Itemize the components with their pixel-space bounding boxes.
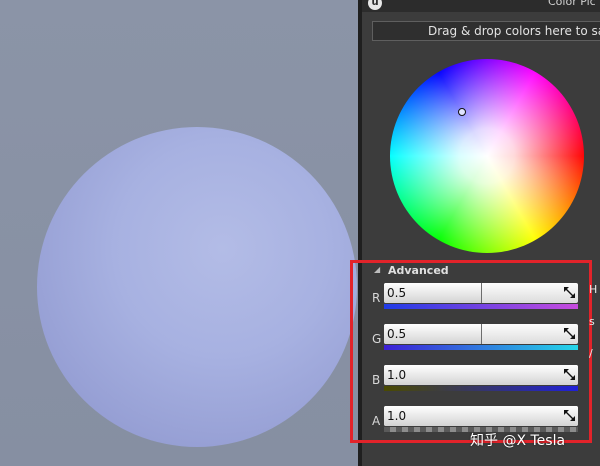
slider-fill-b bbox=[384, 365, 578, 385]
channel-label-a: A bbox=[372, 414, 381, 428]
channel-label-r: R bbox=[372, 291, 381, 305]
channel-slider-a[interactable]: 1.0 bbox=[384, 406, 578, 426]
color-wheel-saturation bbox=[390, 59, 584, 253]
channel-label-b: B bbox=[372, 373, 381, 387]
unreal-logo-icon: u bbox=[368, 0, 382, 10]
gradient-strip-b bbox=[384, 386, 578, 391]
expand-icon[interactable] bbox=[564, 369, 575, 380]
slider-fill-a bbox=[384, 406, 578, 426]
clipped-edge-text: H s / bbox=[589, 283, 598, 360]
channel-slider-b[interactable]: 1.0 bbox=[384, 365, 578, 385]
color-theme-drop-zone[interactable]: Drag & drop colors here to save bbox=[372, 21, 600, 41]
viewport[interactable] bbox=[0, 0, 358, 466]
preview-sphere bbox=[37, 127, 357, 447]
expand-icon[interactable] bbox=[564, 410, 575, 421]
gradient-strip-g bbox=[384, 345, 578, 350]
channel-slider-g[interactable]: 0.5 bbox=[384, 324, 578, 344]
watermark: 知乎 @X Tesla bbox=[470, 433, 566, 449]
color-wheel[interactable] bbox=[390, 59, 584, 253]
expand-icon[interactable] bbox=[564, 287, 575, 298]
channel-value-g[interactable]: 0.5 bbox=[387, 327, 406, 341]
title-bar[interactable]: u Color Pic bbox=[362, 0, 600, 12]
channel-row-g: G 0.5 bbox=[370, 324, 600, 354]
channel-value-a[interactable]: 1.0 bbox=[387, 409, 406, 423]
advanced-label: Advanced bbox=[388, 264, 449, 277]
gradient-strip-r bbox=[384, 304, 578, 309]
channel-label-g: G bbox=[372, 332, 382, 346]
channel-row-b: B 1.0 bbox=[370, 365, 600, 395]
triangle-right-icon: ◢ bbox=[374, 265, 381, 274]
channel-value-b[interactable]: 1.0 bbox=[387, 368, 406, 382]
color-picker-panel: u Color Pic Drag & drop colors here to s… bbox=[362, 0, 600, 466]
channel-row-r: R 0.5 bbox=[370, 283, 600, 313]
color-wheel-selector[interactable] bbox=[458, 108, 466, 116]
expand-icon[interactable] bbox=[564, 328, 575, 339]
channel-value-r[interactable]: 0.5 bbox=[387, 286, 406, 300]
channel-slider-r[interactable]: 0.5 bbox=[384, 283, 578, 303]
window-title: Color Pic bbox=[548, 0, 596, 8]
